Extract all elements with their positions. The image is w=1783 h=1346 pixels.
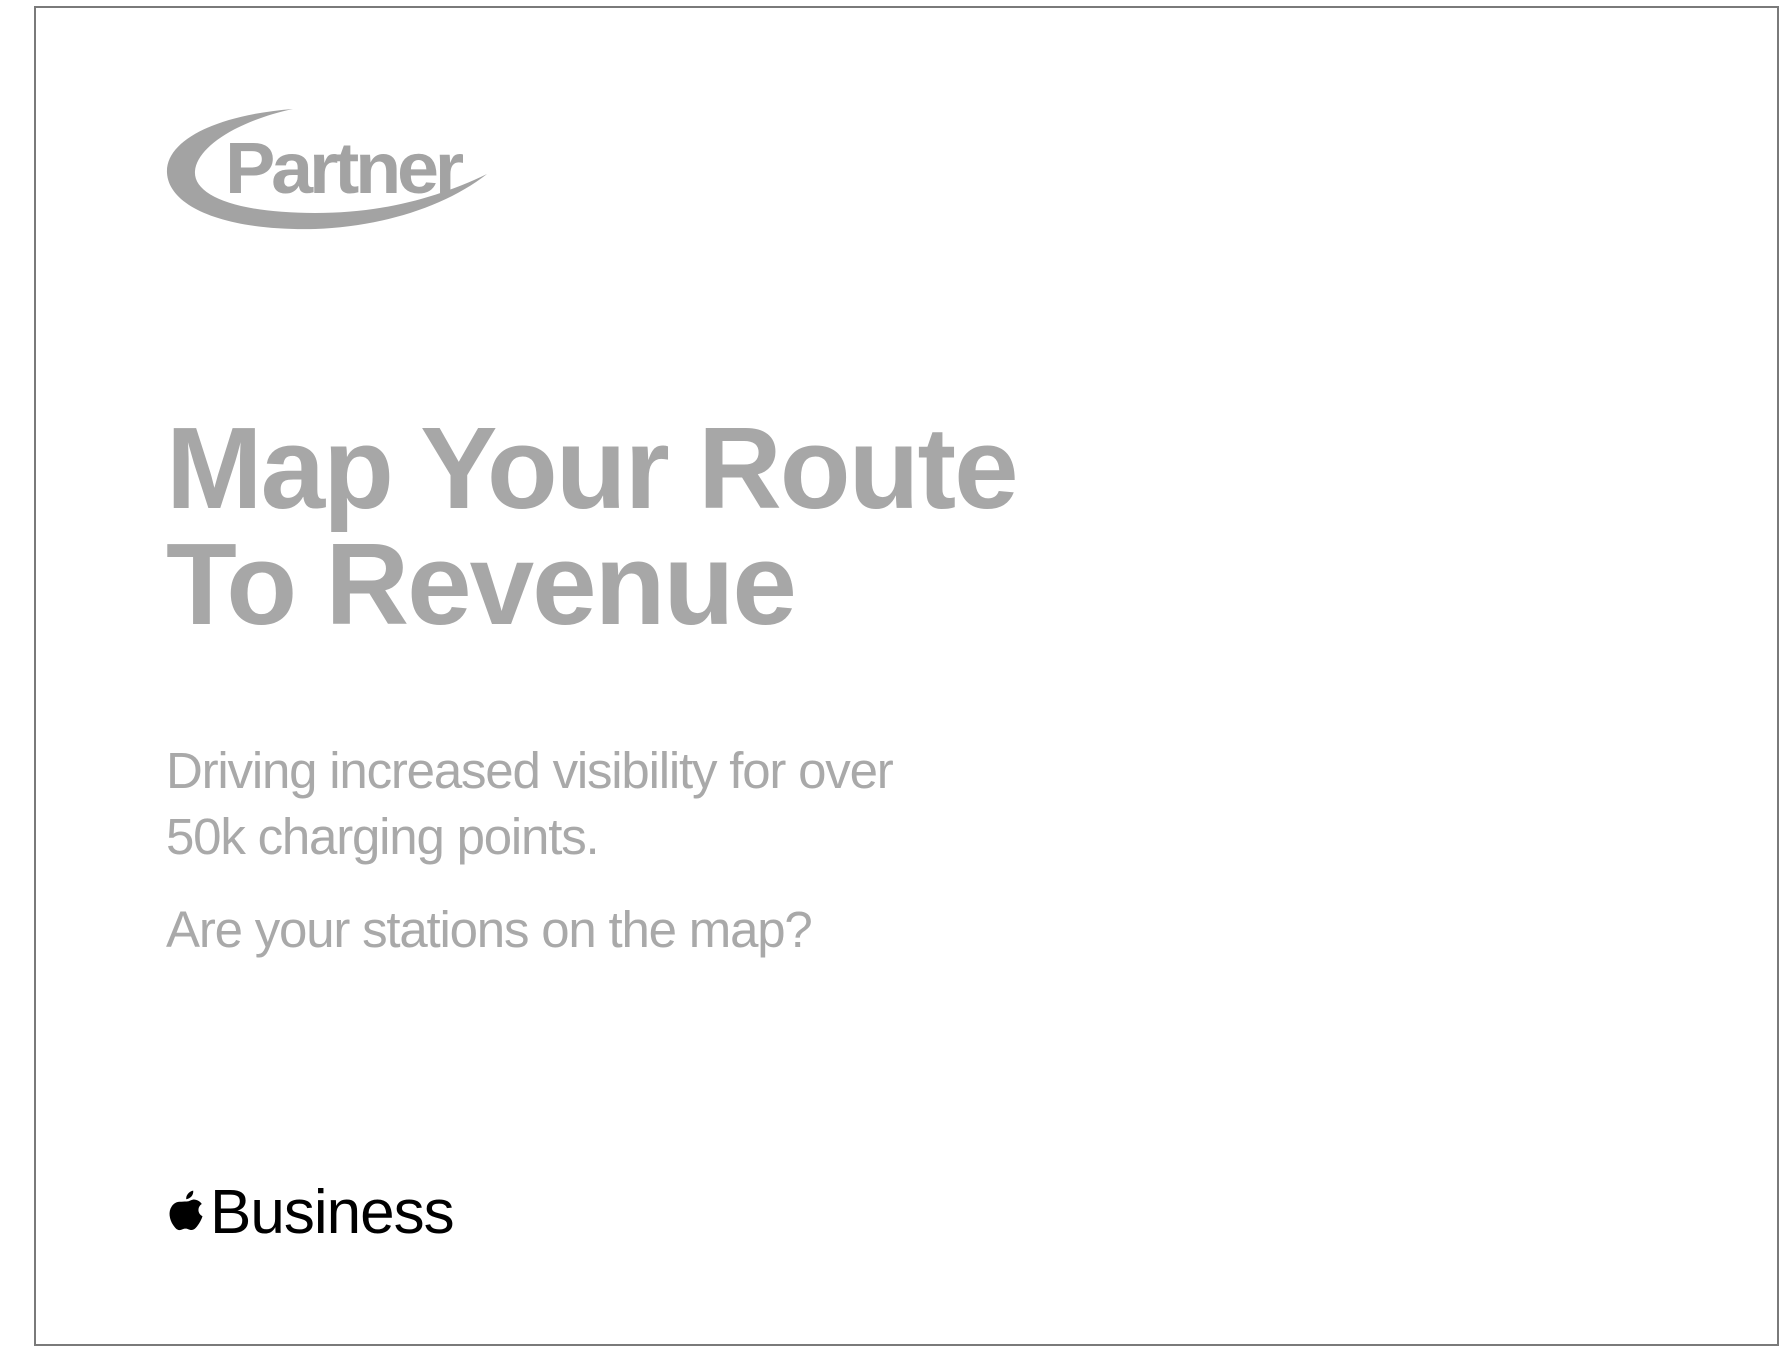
call-to-action-question: Are your stations on the map? (166, 901, 813, 958)
brand-label: Business (210, 1178, 455, 1247)
document-page: Partner Map Your Route To Revenue Drivin… (34, 6, 1779, 1346)
title-line-1: Map Your Route (166, 403, 1019, 533)
apple-business-brand: Business (166, 1178, 455, 1248)
title-line-2: To Revenue (166, 519, 797, 649)
partner-logo-text: Partner (225, 129, 463, 209)
description: Driving increased visibility for over 50… (166, 738, 1066, 870)
description-line-2: 50k charging points. (166, 808, 600, 865)
partner-logo-icon: Partner (166, 109, 487, 230)
partner-logo: Partner (165, 107, 487, 231)
page-title: Map Your Route To Revenue (166, 403, 1019, 649)
description-line-1: Driving increased visibility for over (166, 742, 894, 799)
apple-logo-icon (169, 1190, 203, 1231)
